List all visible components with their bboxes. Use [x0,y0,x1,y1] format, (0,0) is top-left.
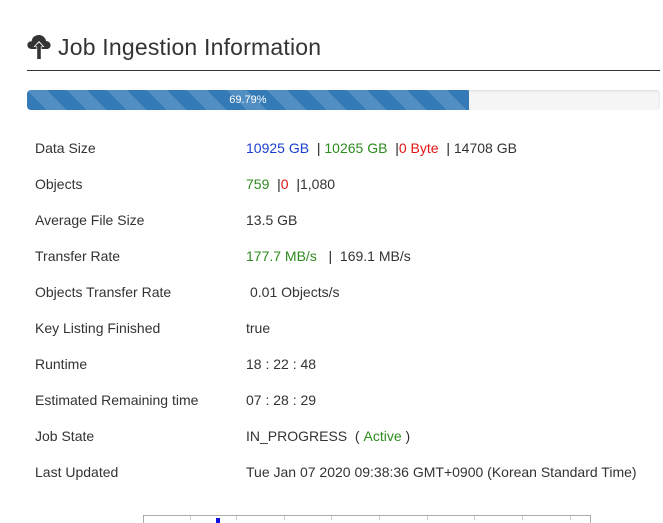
transfer-rate-average: 169.1 MB/s [339,248,411,264]
average-file-size-label: Average File Size [35,212,145,228]
row-job-state: Job State IN_PROGRESS ( Active ) [35,418,660,454]
data-size-total: 14708 GB [453,140,517,156]
chart-tick [427,516,428,520]
chart-tick [331,516,332,520]
data-size-transferred: 10925 GB [246,140,310,156]
data-size-label: Data Size [35,140,96,156]
row-objects-transfer-rate: Objects Transfer Rate 0.01 Objects/s [35,274,660,310]
row-data-size: Data Size 10925 GB | 10265 GB |0 Byte | … [35,130,660,166]
row-estimated-remaining: Estimated Remaining time 07 : 28 : 29 [35,382,660,418]
chart-tick [474,516,475,520]
progress-fill: 69.79% [27,90,469,110]
data-size-value: 10925 GB | 10265 GB |0 Byte | 14708 GB [246,140,517,156]
chart-data-mark [216,518,220,523]
row-transfer-rate: Transfer Rate 177.7 MB/s | 169.1 MB/s [35,238,660,274]
last-updated-value: Tue Jan 07 2020 09:38:36 GMT+0900 (Korea… [246,464,637,480]
page-title: Job Ingestion Information [58,34,322,60]
chart-tick [522,516,523,520]
job-state-label: Job State [35,428,95,444]
data-size-succeeded: 10265 GB [324,140,388,156]
chart-tick [236,516,237,520]
job-state-value: IN_PROGRESS ( Active ) [246,428,411,444]
estimated-remaining-label: Estimated Remaining time [35,392,199,408]
last-updated-label: Last Updated [35,464,119,480]
average-file-size-value: 13.5 GB [246,212,298,228]
runtime-label: Runtime [35,356,88,372]
chart-tick [284,516,285,520]
transfer-rate-current: 177.7 MB/s [246,248,317,264]
key-listing-finished-label: Key Listing Finished [35,320,161,336]
row-last-updated: Last Updated Tue Jan 07 2020 09:38:36 GM… [35,454,660,490]
row-runtime: Runtime 18 : 22 : 48 [35,346,660,382]
chart-tick [379,516,380,520]
transfer-rate-label: Transfer Rate [35,248,121,264]
page-header: Job Ingestion Information [27,30,660,71]
objects-value: 759 |0 |1,080 [246,176,336,192]
runtime-value: 18 : 22 : 48 [246,356,317,372]
objects-transfer-rate-label: Objects Transfer Rate [35,284,172,300]
estimated-remaining-value: 07 : 28 : 29 [246,392,317,408]
objects-transfer-rate-value: 0.01 Objects/s [250,284,340,300]
key-listing-finished-value: true [246,320,271,336]
row-objects: Objects 759 |0 |1,080 [35,166,660,202]
objects-label: Objects [35,176,83,192]
job-state-text: IN_PROGRESS [246,428,348,444]
objects-total: 1,080 [300,176,336,192]
ingestion-progress-bar: 69.79% [27,90,660,110]
cloud-upload-icon [27,35,51,59]
progress-label: 69.79% [229,94,267,106]
chart-tick [570,516,571,520]
row-key-listing-finished: Key Listing Finished true [35,310,660,346]
chart-tick [190,516,191,520]
data-size-failed: 0 Byte [398,140,439,156]
objects-failed: 0 [280,176,289,192]
job-status-badge: Active [363,428,402,444]
row-average-file-size: Average File Size 13.5 GB [35,202,660,238]
transfer-rate-value: 177.7 MB/s | 169.1 MB/s [246,248,411,264]
job-info-table: Data Size 10925 GB | 10265 GB |0 Byte | … [35,130,660,490]
objects-succeeded: 759 [246,176,270,192]
